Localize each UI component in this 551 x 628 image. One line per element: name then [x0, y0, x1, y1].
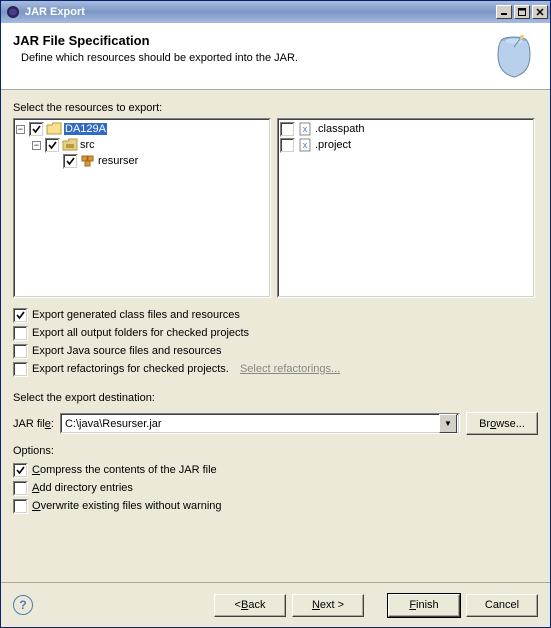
browse-button[interactable]: Browse...	[466, 412, 538, 435]
file-item-label: .project	[315, 139, 351, 151]
source-folder-icon	[62, 137, 78, 153]
jar-file-label: JAR file:	[13, 418, 54, 430]
option-label: Export generated class files and resourc…	[32, 309, 240, 321]
back-button[interactable]: < Back	[214, 594, 286, 617]
jar-file-input[interactable]	[63, 417, 439, 431]
xml-file-icon: X	[297, 121, 313, 137]
tree-item-src[interactable]: − src	[32, 137, 268, 153]
wizard-footer: ? < Back Next > Finish Cancel	[1, 582, 550, 627]
resources-label: Select the resources to export:	[13, 102, 538, 114]
svg-text:X: X	[303, 143, 308, 150]
window-title: JAR Export	[25, 6, 496, 18]
minimize-button[interactable]	[496, 5, 512, 19]
checkbox[interactable]	[13, 481, 28, 496]
banner-heading: JAR File Specification	[13, 33, 480, 48]
cancel-button[interactable]: Cancel	[466, 594, 538, 617]
opt-add-dir-entries[interactable]: Add directory entries	[13, 479, 538, 497]
checkbox[interactable]	[13, 326, 28, 341]
tree-item-package[interactable]: resurser	[48, 153, 268, 169]
option-label: Export Java source files and resources	[32, 345, 222, 357]
options-label: Options:	[13, 445, 538, 457]
next-button[interactable]: Next >	[292, 594, 364, 617]
file-list[interactable]: X .classpath X .project	[277, 118, 535, 298]
opt-export-java-source[interactable]: Export Java source files and resources	[13, 342, 538, 360]
svg-text:X: X	[303, 127, 308, 134]
file-checkbox[interactable]	[280, 122, 295, 137]
package-icon	[80, 153, 96, 169]
tree-item-label: resurser	[98, 155, 138, 167]
option-label: Overwrite existing files without warning	[32, 500, 222, 512]
help-icon[interactable]: ?	[13, 595, 33, 615]
checkbox[interactable]	[13, 308, 28, 323]
opt-export-output-folders[interactable]: Export all output folders for checked pr…	[13, 324, 538, 342]
finish-button[interactable]: Finish	[388, 594, 460, 617]
wizard-banner: JAR File Specification Define which reso…	[1, 23, 550, 90]
opt-export-refactorings[interactable]: Export refactorings for checked projects…	[13, 360, 538, 378]
checkbox[interactable]	[13, 344, 28, 359]
folder-icon	[46, 121, 62, 137]
option-label: Compress the contents of the JAR file	[32, 464, 217, 476]
select-refactorings-link[interactable]: Select refactorings...	[240, 363, 340, 375]
maximize-button[interactable]	[514, 5, 530, 19]
tree-checkbox[interactable]	[63, 154, 78, 169]
option-label: Export refactorings for checked projects…	[32, 363, 229, 375]
resource-tree[interactable]: − DA129A − src	[13, 118, 271, 298]
tree-checkbox[interactable]	[45, 138, 60, 153]
expander-icon[interactable]: −	[32, 141, 41, 150]
file-item-label: .classpath	[315, 123, 365, 135]
jar-export-dialog: JAR Export JAR File Specification Define…	[0, 0, 551, 628]
checkbox[interactable]	[13, 499, 28, 514]
expander-icon[interactable]: −	[16, 125, 25, 134]
export-options: Export generated class files and resourc…	[13, 306, 538, 378]
opt-export-class-files[interactable]: Export generated class files and resourc…	[13, 306, 538, 324]
checkbox[interactable]	[13, 362, 28, 377]
tree-checkbox[interactable]	[29, 122, 44, 137]
xml-file-icon: X	[297, 137, 313, 153]
tree-item-label: DA129A	[64, 123, 107, 135]
title-bar: JAR Export	[1, 1, 550, 23]
file-item-project[interactable]: X .project	[280, 137, 532, 153]
jar-file-combo[interactable]: ▼	[60, 413, 460, 434]
close-button[interactable]	[532, 5, 548, 19]
checkbox[interactable]	[13, 463, 28, 478]
banner-description: Define which resources should be exporte…	[21, 52, 480, 64]
jar-options: Compress the contents of the JAR file Ad…	[13, 461, 538, 515]
file-checkbox[interactable]	[280, 138, 295, 153]
jar-icon	[490, 33, 538, 81]
wizard-body: Select the resources to export: − DA129A…	[1, 90, 550, 582]
option-label: Add directory entries	[32, 482, 133, 494]
destination-row: JAR file: ▼ Browse...	[13, 412, 538, 435]
opt-compress[interactable]: Compress the contents of the JAR file	[13, 461, 538, 479]
tree-item-label: src	[80, 139, 95, 151]
destination-label: Select the export destination:	[13, 392, 538, 404]
tree-item-project[interactable]: − DA129A	[16, 121, 268, 137]
file-item-classpath[interactable]: X .classpath	[280, 121, 532, 137]
eclipse-icon	[5, 4, 21, 20]
option-label: Export all output folders for checked pr…	[32, 327, 249, 339]
dropdown-icon[interactable]: ▼	[439, 414, 457, 433]
opt-overwrite[interactable]: Overwrite existing files without warning	[13, 497, 538, 515]
